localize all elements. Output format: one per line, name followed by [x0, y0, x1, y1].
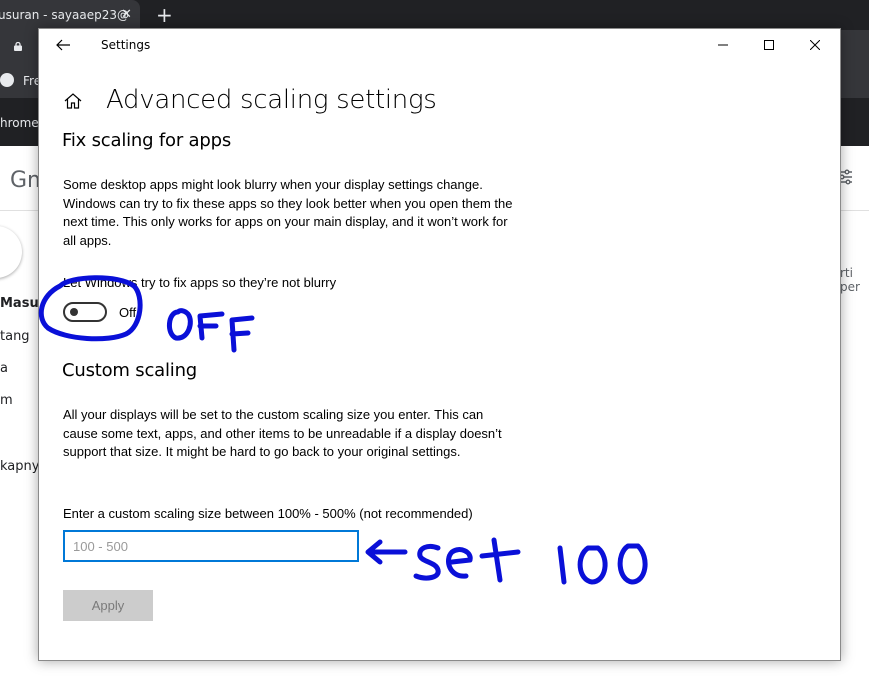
browser-tab-title: usuran - sayaaep23@	[0, 8, 129, 22]
window-title: Settings	[101, 38, 151, 52]
home-icon[interactable]	[63, 91, 83, 111]
title-bar: Settings	[39, 29, 840, 61]
toggle-state-text: Off	[119, 305, 137, 320]
custom-scaling-input[interactable]	[63, 530, 359, 562]
maximize-icon	[764, 40, 774, 50]
toggle-label: Let Windows try to fix apps so they’re n…	[63, 275, 337, 290]
minimize-button[interactable]	[700, 29, 746, 61]
apply-button[interactable]: Apply	[63, 590, 153, 621]
fix-apps-toggle[interactable]	[63, 302, 107, 322]
tab-close-icon[interactable]: ✕	[121, 0, 132, 30]
settings-window: Settings Advanced scaling settings Fix s…	[38, 28, 841, 661]
fix-scaling-description: Some desktop apps might look blurry when…	[63, 177, 513, 248]
new-tab-button[interactable]: +	[156, 2, 173, 28]
fix-scaling-heading: Fix scaling for apps	[62, 130, 232, 151]
custom-scaling-heading: Custom scaling	[62, 360, 198, 381]
sidebar-item[interactable]: a	[0, 361, 8, 376]
close-icon	[810, 40, 820, 50]
sidebar-item[interactable]: tang	[0, 329, 30, 344]
gmail-right-text: rti per	[840, 266, 860, 294]
custom-scaling-description: All your displays will be set to the cus…	[63, 407, 502, 459]
toggle-knob	[70, 308, 78, 316]
back-arrow-icon[interactable]	[53, 35, 73, 55]
chrome-bar-label: hrome	[0, 116, 39, 130]
close-button[interactable]	[792, 29, 838, 61]
sidebar-item[interactable]: kapny	[0, 459, 39, 474]
sidebar-item[interactable]: m	[0, 393, 13, 408]
maximize-button[interactable]	[746, 29, 792, 61]
minimize-icon	[718, 44, 728, 46]
browser-tab[interactable]: usuran - sayaaep23@ ✕	[0, 0, 140, 30]
scaling-field-label: Enter a custom scaling size between 100%…	[63, 506, 473, 521]
lock-icon	[14, 42, 22, 51]
page-title: Advanced scaling settings	[106, 85, 437, 115]
globe-icon	[0, 73, 14, 87]
